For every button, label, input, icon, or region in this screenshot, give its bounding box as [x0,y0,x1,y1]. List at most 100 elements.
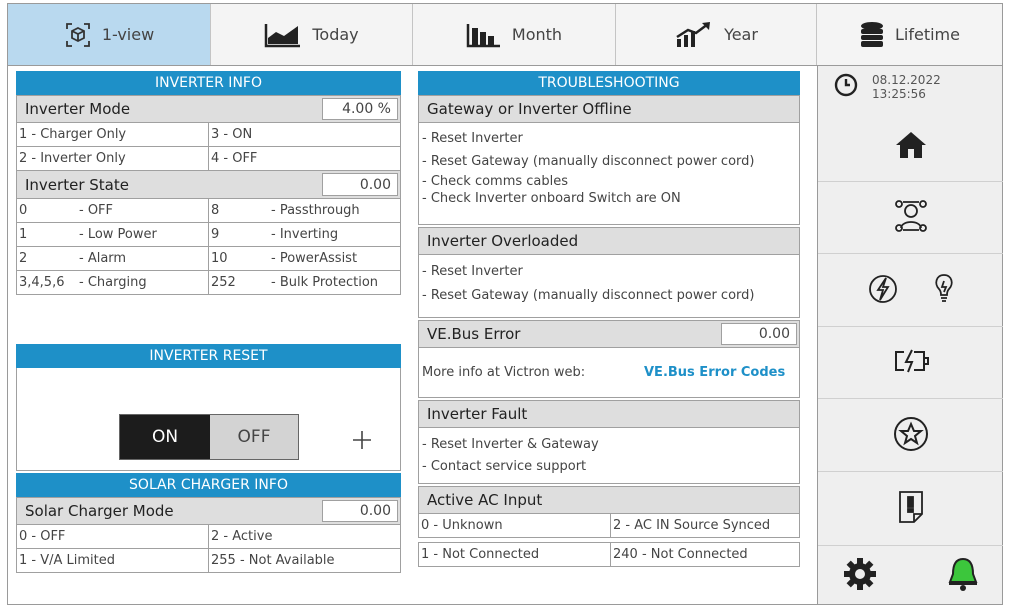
solar-cell: 0 - OFF [17,525,209,548]
bell-icon[interactable] [947,556,979,596]
app-frame: 1-view Today Month Year Lifetime INVERTE… [7,3,1003,605]
ac-cell: 2 - AC IN Source Synced [613,518,771,533]
fault-label: Inverter Fault [427,405,528,423]
inverter-state-label: Inverter State [25,175,129,194]
gear-icon[interactable] [843,557,877,595]
offline-steps: - Reset Inverter - Reset Gateway (manual… [418,123,800,225]
state-text: - OFF [79,203,114,218]
state-cell: 10 - PowerAssist [209,247,400,270]
state-text: - PowerAssist [271,251,358,266]
datetime-display: 08.12.2022 13:25:56 [818,66,1003,108]
battery-charging-icon [892,348,930,378]
inverter-mode-label: Inverter Mode [25,100,131,118]
state-cell: 3,4,5,6 - Charging [17,271,209,294]
state-text: - Charging [79,275,147,290]
battery-button[interactable] [818,328,1003,399]
step-line: - Reset Inverter [422,263,523,279]
step-line: - Check comms cables [422,174,569,189]
mode-cell: 1 - Charger Only [17,123,209,146]
mode-cell: 3 - ON [211,127,253,142]
lightbulb-icon [933,273,955,309]
solar-cell: 2 - Active [211,529,273,544]
inverter-reset-panel: INVERTER RESET ON OFF [16,344,401,471]
home-icon [894,130,928,164]
state-cell: 1 - Low Power [17,223,209,246]
favorites-button[interactable] [818,400,1003,472]
offline-row: Gateway or Inverter Offline [418,95,800,123]
tab-1-view[interactable]: 1-view [8,4,211,65]
inverter-reset-body: ON OFF [16,368,401,471]
tab-month[interactable]: Month [413,4,616,65]
user-scan-icon [894,198,928,238]
tab-lifetime[interactable]: Lifetime [817,4,1002,65]
overloaded-row: Inverter Overloaded [418,227,800,255]
state-code: 1 [19,227,28,242]
trend-up-icon [674,21,714,49]
step-line: - Reset Gateway (manually disconnect pow… [422,153,755,169]
inverter-mode-list-row: 2 - Inverter Only 4 - OFF [16,147,401,171]
bottom-bar [818,547,1003,604]
state-code: 2 [19,251,28,266]
state-cell: 2 - Alarm [17,247,209,270]
solar-mode-label: Solar Charger Mode [25,502,174,520]
state-text: - Passthrough [271,203,360,218]
reset-toggle[interactable]: ON OFF [119,414,299,460]
tab-label: Lifetime [895,25,960,44]
state-text: - Alarm [79,251,127,266]
state-code: 3,4,5,6 [19,275,65,290]
state-code: 10 [211,251,228,266]
vebus-info: More info at Victron web: VE.Bus Error C… [418,348,800,398]
step-line: - Reset Inverter [422,130,523,146]
state-text: - Inverting [271,227,339,242]
state-cell: 0 - OFF [17,199,209,222]
tab-bar: 1-view Today Month Year Lifetime [8,4,1002,66]
state-cell: 252 - Bulk Protection [209,271,400,294]
area-chart-icon [264,22,302,48]
mode-cell: 2 - Inverter Only [17,147,209,170]
alerts-log-button[interactable] [818,473,1003,546]
fault-row: Inverter Fault [418,400,800,428]
time-text: 13:25:56 [872,87,926,101]
state-list-row: 0 - OFF 8 - Passthrough [16,199,401,223]
state-code: 8 [211,203,220,218]
ac-input-label: Active AC Input [427,491,543,509]
star-icon [893,416,929,456]
coins-icon [859,21,885,49]
clock-icon [834,73,858,101]
tab-label: Year [724,25,758,44]
state-text: - Low Power [79,227,157,242]
solar-mode-value: 0.00 [322,500,398,522]
solar-mode-list-row: 0 - OFF 2 - Active [16,525,401,549]
sidebar: 08.12.2022 13:25:56 [817,66,1003,604]
solar-mode-row: Solar Charger Mode 0.00 [16,497,401,525]
solar-charger-panel: SOLAR CHARGER INFO Solar Charger Mode 0.… [16,473,401,573]
troubleshooting-panel: TROUBLESHOOTING Gateway or Inverter Offl… [418,71,800,567]
inverter-info-panel: INVERTER INFO Inverter Mode 4.00 % 1 - C… [16,71,401,295]
tab-year[interactable]: Year [616,4,817,65]
inverter-mode-row: Inverter Mode 4.00 % [16,95,401,123]
state-cell: 9 - Inverting [209,223,400,246]
ac-cell: 0 - Unknown [419,514,611,537]
vebus-error-codes-link[interactable]: VE.Bus Error Codes [644,365,785,380]
datetime-text: 08.12.2022 13:25:56 [872,73,941,101]
user-scan-button[interactable] [818,183,1003,254]
ac-cell: 240 - Not Connected [613,547,748,562]
home-button[interactable] [818,112,1003,182]
inverter-info-header: INVERTER INFO [16,71,401,95]
tab-label: 1-view [101,25,155,44]
mode-cell: 4 - OFF [211,151,258,166]
ac-input-list-row: 1 - Not Connected 240 - Not Connected [418,542,800,567]
energy-button[interactable] [818,255,1003,327]
tab-today[interactable]: Today [211,4,413,65]
inverter-state-row: Inverter State 0.00 [16,171,401,199]
state-cell: 8 - Passthrough [209,199,400,222]
troubleshooting-header: TROUBLESHOOTING [418,71,800,95]
reset-off-button[interactable]: OFF [210,415,298,459]
ac-input-row: Active AC Input [418,486,800,514]
lightning-icon [867,273,899,309]
state-text: - Bulk Protection [271,275,379,290]
inverter-mode-list-row: 1 - Charger Only 3 - ON [16,123,401,147]
inverter-state-value: 0.00 [322,173,398,196]
reset-on-button[interactable]: ON [120,415,210,459]
vebus-info-text: More info at Victron web: [422,365,586,380]
